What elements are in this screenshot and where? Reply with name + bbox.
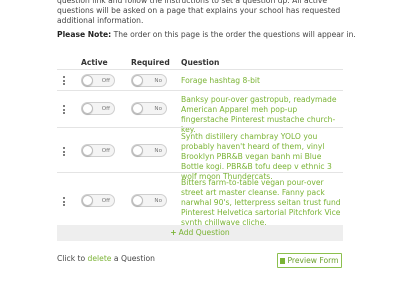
required-toggle-label: No: [154, 106, 162, 112]
question-row: Off No Bitters farm-to-table vegan pour-…: [57, 172, 343, 228]
toggle-knob: [132, 75, 143, 86]
drag-handle-icon[interactable]: [61, 76, 67, 85]
drag-handle-icon[interactable]: [61, 147, 67, 156]
active-toggle[interactable]: Off: [81, 194, 115, 207]
required-toggle-label: No: [154, 198, 162, 204]
header-question: Question: [181, 58, 220, 67]
plus-icon: +: [170, 228, 177, 237]
toggle-knob: [82, 75, 93, 86]
preview-form-label: Preview Form: [287, 256, 339, 265]
toggle-knob: [82, 103, 93, 114]
add-question-label: Add Question: [178, 228, 230, 237]
toggle-knob: [132, 103, 143, 114]
question-text[interactable]: Forage hashtag 8-bit: [181, 76, 341, 86]
toggle-knob: [82, 195, 93, 206]
toggle-knob: [132, 145, 143, 156]
delete-suffix: a Question: [111, 254, 155, 263]
document-icon: [280, 257, 286, 264]
question-row: Off No Synth distillery chambray YOLO yo…: [57, 127, 343, 181]
drag-handle-icon[interactable]: [61, 105, 67, 114]
active-toggle-label: Off: [101, 106, 110, 112]
required-toggle[interactable]: No: [131, 74, 167, 87]
active-toggle-label: Off: [101, 148, 110, 154]
order-note: Please Note: The order on this page is t…: [57, 30, 357, 40]
required-toggle-label: No: [154, 148, 162, 154]
delete-instructions: Click to delete a Question: [57, 254, 155, 263]
order-note-text: The order on this page is the order the …: [111, 30, 356, 39]
required-toggle[interactable]: No: [131, 194, 167, 207]
question-text[interactable]: Bitters farm-to-table vegan pour-over st…: [181, 178, 341, 228]
required-toggle[interactable]: No: [131, 102, 167, 115]
active-toggle[interactable]: Off: [81, 74, 115, 87]
delete-link[interactable]: delete: [88, 254, 112, 263]
active-toggle-label: Off: [101, 198, 110, 204]
required-toggle-label: No: [154, 78, 162, 84]
preview-form-button[interactable]: Preview Form: [277, 253, 342, 268]
questions-table: Off No Forage hashtag 8-bit Off No Banks…: [57, 69, 343, 228]
header-active: Active: [81, 58, 108, 67]
add-question-button[interactable]: + Add Question: [57, 225, 343, 241]
order-note-label: Please Note:: [57, 30, 112, 39]
required-toggle[interactable]: No: [131, 144, 167, 157]
delete-prefix: Click to: [57, 254, 88, 263]
toggle-knob: [132, 195, 143, 206]
question-row: Off No Forage hashtag 8-bit: [57, 69, 343, 90]
intro-text: question link and follow the instruction…: [57, 0, 341, 25]
active-toggle[interactable]: Off: [81, 102, 115, 115]
header-required: Required: [131, 58, 170, 67]
drag-handle-icon[interactable]: [61, 197, 67, 206]
question-row: Off No Banksy pour-over gastropub, ready…: [57, 90, 343, 134]
toggle-knob: [82, 145, 93, 156]
active-toggle-label: Off: [101, 78, 110, 84]
active-toggle[interactable]: Off: [81, 144, 115, 157]
